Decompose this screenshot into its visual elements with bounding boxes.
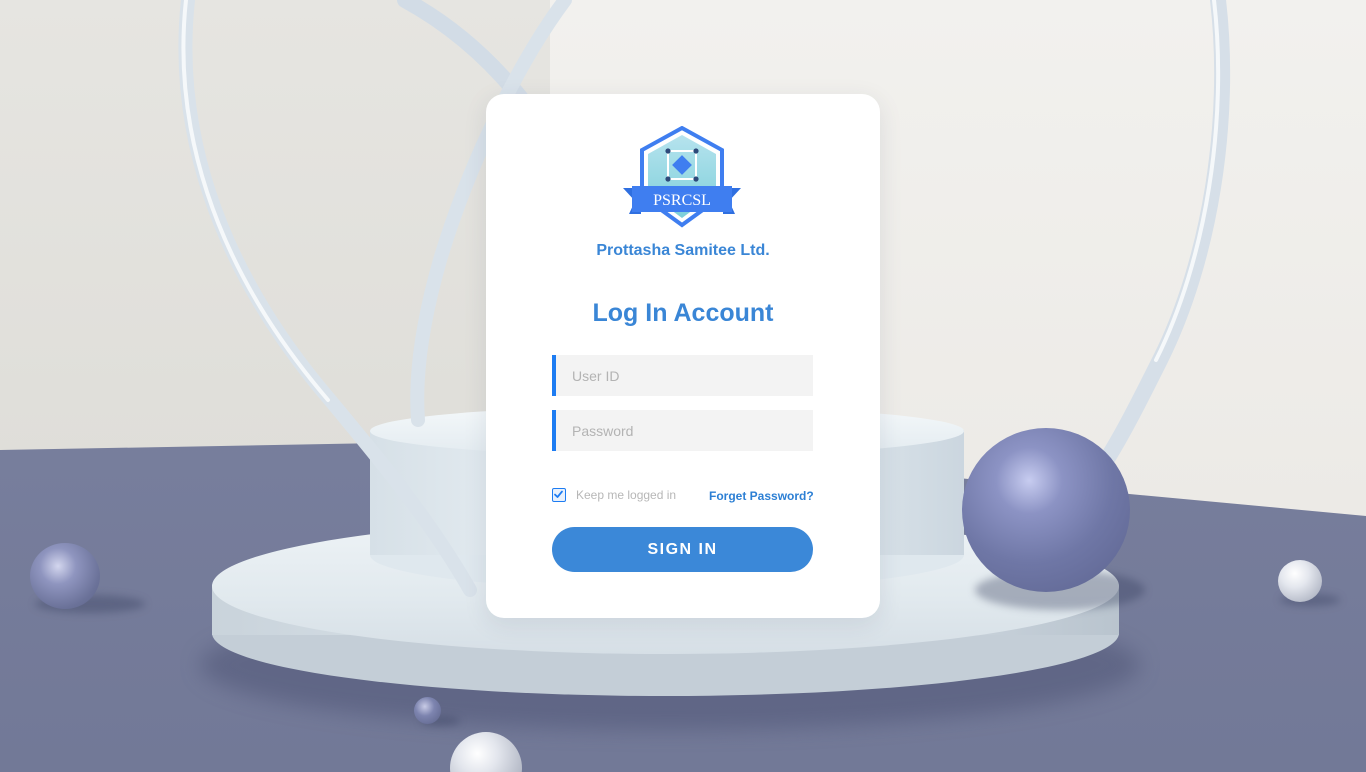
forgot-password-link[interactable]: Forget Password?	[709, 489, 814, 503]
checkmark-icon	[554, 490, 563, 498]
login-card: PSRCSL Prottasha Samitee Ltd. Log In Acc…	[486, 94, 880, 618]
remember-me-label: Keep me logged in	[576, 488, 677, 502]
organization-name: Prottasha Samitee Ltd.	[596, 242, 770, 259]
psrcsl-logo: PSRCSL	[623, 126, 741, 228]
sphere-left	[30, 543, 100, 609]
password-input[interactable]	[556, 410, 813, 451]
sphere-small	[414, 697, 441, 724]
logo-text: PSRCSL	[653, 192, 711, 209]
pearl-right	[1278, 560, 1322, 602]
sign-in-button[interactable]: SIGN IN	[552, 527, 813, 572]
sphere-large	[962, 428, 1130, 592]
user-id-input[interactable]	[556, 355, 813, 396]
remember-me[interactable]: Keep me logged in	[552, 488, 676, 502]
ring-right	[1092, 0, 1231, 478]
remember-me-checkbox[interactable]	[552, 488, 566, 502]
password-field[interactable]	[552, 410, 813, 451]
login-title: Log In Account	[592, 299, 774, 327]
user-id-field[interactable]	[552, 355, 813, 396]
